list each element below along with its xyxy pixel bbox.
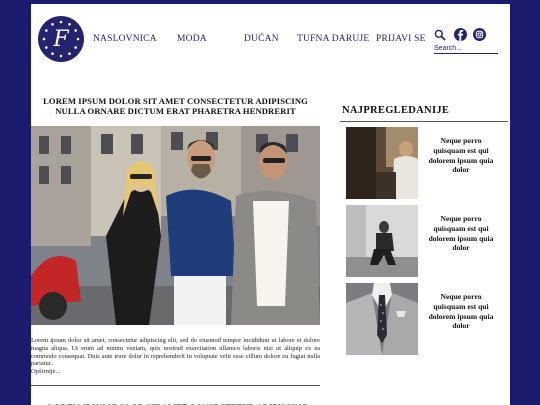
svg-text:F: F [52, 27, 69, 52]
popular-item-thumbnail[interactable] [346, 205, 418, 277]
header-tools [434, 28, 504, 56]
sidebar-heading: NAJPREGLEDANIJE [342, 105, 450, 116]
nav-prijavi-se[interactable]: PRIJAVI SE [376, 34, 426, 44]
popular-item-thumbnail[interactable] [346, 127, 418, 199]
article-excerpt: Lorem ipsum dolor sit amet, consectetur … [31, 337, 320, 368]
article-divider [31, 385, 320, 386]
popular-item[interactable]: Neque porro quisquam est qui dolorem ips… [346, 127, 506, 199]
popular-item-text[interactable]: Neque porro quisquam est qui dolorem ips… [428, 136, 494, 175]
article-title[interactable]: LOREM IPSUM DOLOR SIT AMET CONSECTETUR A… [31, 96, 320, 116]
page: F NASLOVNICA MODA DUĆAN TUFNA DARUJE PRI… [31, 4, 510, 405]
sidebar-divider [340, 121, 508, 122]
site-logo[interactable]: F [38, 16, 84, 62]
logo-emblem: F [39, 17, 83, 61]
popular-item-text[interactable]: Neque porro quisquam est qui dolorem ips… [428, 214, 494, 253]
nav-naslovnica[interactable]: NASLOVNICA [93, 34, 157, 44]
popular-item[interactable]: Neque porro quisquam est qui dolorem ips… [346, 283, 506, 355]
popular-item-text[interactable]: Neque porro quisquam est qui dolorem ips… [428, 292, 494, 331]
nav-moda[interactable]: MODA [177, 34, 207, 44]
popular-item-thumbnail[interactable] [346, 283, 418, 355]
nav-tufna-daruje[interactable]: TUFNA DARUJE [297, 34, 369, 44]
article-hero-image[interactable] [31, 126, 320, 325]
popular-item[interactable]: Neque porro quisquam est qui dolorem ips… [346, 205, 506, 277]
read-more-link[interactable]: Opširnije... [31, 368, 61, 375]
search-input[interactable] [434, 44, 498, 54]
nav-ducan[interactable]: DUĆAN [244, 34, 279, 44]
